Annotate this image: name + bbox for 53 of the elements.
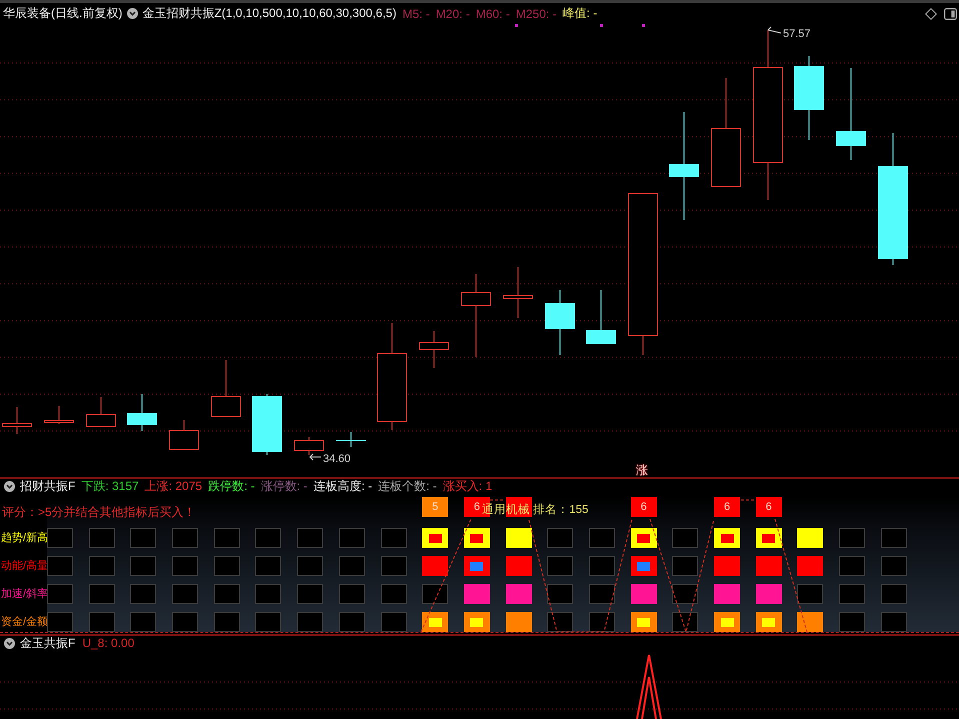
diamond-icon[interactable] — [925, 8, 937, 20]
row-label: 加速/斜率 — [0, 587, 47, 601]
score-badge: 5 — [422, 497, 448, 517]
market-stat: 涨买入: 1 — [442, 478, 492, 494]
candlestick — [545, 290, 575, 356]
market-stat: 涨停数: - — [260, 478, 308, 494]
marker-icon — [515, 24, 518, 27]
peak-reading: 峰值: - — [562, 5, 598, 22]
market-stat: 连板高度: - — [313, 478, 372, 494]
candlestick — [336, 432, 366, 448]
chevron-down-icon[interactable] — [4, 638, 15, 648]
candlestick — [503, 266, 533, 318]
market-stat: 上涨: 2075 — [144, 478, 202, 494]
signal-label: 涨 — [636, 463, 648, 477]
panel-title: 金玉共振F — [20, 636, 76, 652]
score-badge: 6 — [714, 497, 740, 517]
moving-average-reading: M60: - — [476, 6, 510, 20]
leader-line — [768, 26, 782, 34]
indicator-spike-line — [636, 654, 662, 719]
candlestick — [2, 406, 32, 434]
row-label: 动能/高量 — [0, 559, 47, 573]
market-stat: 跌停数: - — [208, 478, 255, 494]
candlestick — [586, 290, 616, 344]
candlestick — [44, 406, 74, 424]
score-badge: 6 — [630, 497, 657, 517]
moving-average-reading: M5: - — [402, 6, 430, 20]
high-price-label: 57.57 — [783, 28, 811, 40]
moving-average-reading: M250: - — [516, 6, 557, 20]
candlestick — [86, 396, 116, 427]
score-hint: 评分：>5分并结合其他指标后买入！ — [1, 505, 197, 520]
candlestick — [252, 394, 282, 456]
moving-average-reading: M20: - — [436, 6, 470, 20]
leader-arrow — [309, 454, 322, 460]
indicator-reading: U_8: 0.00 — [82, 636, 134, 650]
row-label: 资金/金额 — [0, 615, 47, 629]
low-price-label: 34.60 — [323, 453, 351, 465]
sidebar-toggle-icon[interactable] — [944, 8, 957, 20]
candlestick — [169, 420, 199, 450]
candlestick — [211, 360, 241, 417]
market-stat: 下跌: 3157 — [81, 478, 139, 494]
panel-title: 招财共振F — [20, 478, 76, 494]
indicator-title: 金玉招财共振Z(1,0,10,500,10,10,60,30,300,6,5) — [142, 5, 396, 22]
score-badge: 6 — [756, 497, 782, 517]
candlestick — [294, 436, 324, 456]
row-label: 趋势/新高 — [0, 531, 47, 545]
chevron-down-icon[interactable] — [4, 480, 15, 492]
marker-icon — [600, 24, 603, 27]
stock-title: 华辰装备(日线.前复权) — [3, 5, 122, 22]
chevron-down-icon[interactable] — [127, 8, 138, 19]
market-stat: 连板个数: - — [378, 478, 437, 494]
candlestick — [127, 394, 157, 432]
candlestick — [419, 330, 449, 368]
marker-icon — [642, 24, 645, 27]
